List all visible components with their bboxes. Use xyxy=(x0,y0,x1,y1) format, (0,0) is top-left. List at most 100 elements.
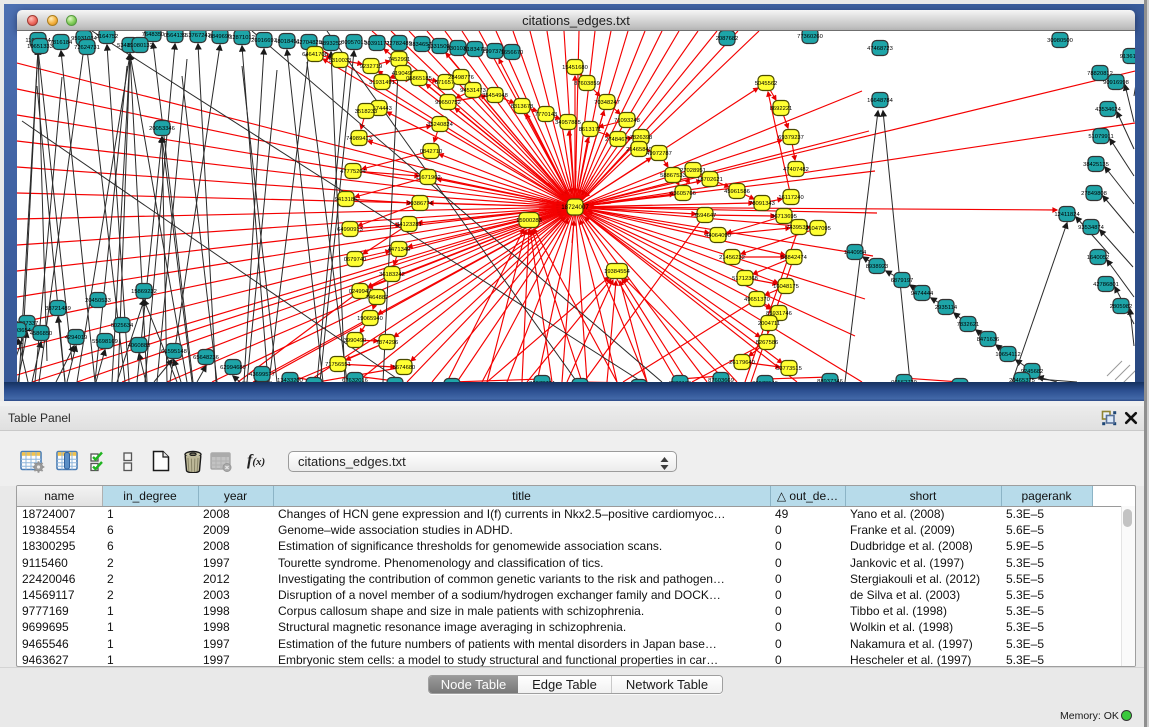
svg-text:7874296: 7874296 xyxy=(376,340,399,346)
svg-text:19384554: 19384554 xyxy=(604,269,631,275)
svg-text:80957015: 80957015 xyxy=(341,40,367,46)
svg-text:61595148: 61595148 xyxy=(161,349,187,355)
svg-text:8267586: 8267586 xyxy=(756,340,779,346)
svg-text:28498776: 28498776 xyxy=(448,75,474,81)
svg-text:7452991: 7452991 xyxy=(388,57,411,63)
svg-text:43534624: 43534624 xyxy=(1095,107,1122,113)
svg-text:0564139: 0564139 xyxy=(164,33,187,39)
svg-text:22782489: 22782489 xyxy=(386,41,412,47)
svg-text:4893252: 4893252 xyxy=(320,41,343,47)
svg-text:26916697: 26916697 xyxy=(251,38,277,44)
svg-text:16048175: 16048175 xyxy=(773,284,799,290)
svg-text:2087682: 2087682 xyxy=(716,36,739,42)
svg-text:99650752: 99650752 xyxy=(435,100,461,106)
svg-text:15451680: 15451680 xyxy=(562,65,588,71)
svg-text:8313678: 8313678 xyxy=(511,104,534,110)
svg-text:9413186: 9413186 xyxy=(335,197,358,203)
svg-text:10651333: 10651333 xyxy=(27,44,53,50)
svg-text:93534874: 93534874 xyxy=(1078,225,1105,231)
svg-text:81080132: 81080132 xyxy=(127,43,153,49)
svg-text:20450533: 20450533 xyxy=(85,298,111,304)
svg-text:8692221: 8692221 xyxy=(770,106,793,112)
svg-text:47407482: 47407482 xyxy=(783,167,809,173)
svg-text:7832621: 7832621 xyxy=(957,322,980,328)
svg-text:9232719: 9232719 xyxy=(360,64,383,70)
svg-text:27849808: 27849808 xyxy=(1081,191,1107,197)
svg-text:38425135: 38425135 xyxy=(1083,162,1109,168)
svg-text:1640052: 1640052 xyxy=(1087,255,1110,261)
svg-text:6025634: 6025634 xyxy=(111,323,134,329)
svg-text:0679740: 0679740 xyxy=(344,257,367,263)
svg-text:19065940: 19065940 xyxy=(357,316,383,322)
svg-text:26179640: 26179640 xyxy=(729,360,755,366)
svg-text:9136193: 9136193 xyxy=(1120,54,1135,60)
svg-text:47775204: 47775204 xyxy=(340,169,367,175)
svg-text:3164752: 3164752 xyxy=(96,34,119,40)
svg-text:16648784: 16648784 xyxy=(867,98,894,104)
svg-text:55698169: 55698169 xyxy=(92,339,118,345)
svg-text:7648350: 7648350 xyxy=(142,32,165,38)
svg-text:65648236: 65648236 xyxy=(193,355,219,361)
svg-text:1656670: 1656670 xyxy=(501,50,524,56)
svg-text:49651370: 49651370 xyxy=(744,297,770,303)
svg-text:4471349: 4471349 xyxy=(388,247,411,253)
svg-text:10654112: 10654112 xyxy=(995,352,1020,358)
svg-text:15900283: 15900283 xyxy=(516,218,542,224)
svg-text:99386774: 99386774 xyxy=(407,201,434,207)
svg-text:58842474: 58842474 xyxy=(781,255,808,261)
svg-text:18702621: 18702621 xyxy=(697,177,723,183)
svg-text:78091343: 78091343 xyxy=(749,201,775,207)
svg-text:3518233: 3518233 xyxy=(355,109,378,115)
svg-text:35240824: 35240824 xyxy=(427,122,454,128)
svg-text:42786801: 42786801 xyxy=(1093,282,1119,288)
svg-text:11671902: 11671902 xyxy=(415,175,440,181)
svg-text:51712368: 51712368 xyxy=(732,276,758,282)
svg-text:7464887: 7464887 xyxy=(366,295,389,301)
svg-text:49972787: 49972787 xyxy=(646,151,672,157)
svg-text:21456232: 21456232 xyxy=(719,255,745,261)
svg-text:05865185: 05865185 xyxy=(406,76,432,82)
svg-text:34957885: 34957885 xyxy=(555,120,581,126)
svg-text:72624731: 72624731 xyxy=(74,45,100,51)
svg-text:64641708: 64641708 xyxy=(302,52,328,58)
svg-text:15869232: 15869232 xyxy=(131,289,157,295)
svg-text:38721489: 38721489 xyxy=(45,306,71,312)
svg-text:62704828: 62704828 xyxy=(296,40,322,46)
svg-text:8938923: 8938923 xyxy=(866,264,889,270)
svg-text:51079911: 51079911 xyxy=(1088,134,1113,140)
svg-text:2004711: 2004711 xyxy=(758,321,780,327)
svg-text:6879197: 6879197 xyxy=(891,278,914,284)
svg-text:44064090: 44064090 xyxy=(705,233,731,239)
svg-text:7816184: 7816184 xyxy=(50,40,73,46)
svg-text:53767242: 53767242 xyxy=(185,33,211,39)
svg-text:53773515: 53773515 xyxy=(776,366,802,372)
svg-text:18724007: 18724007 xyxy=(561,204,589,211)
svg-text:4060883: 4060883 xyxy=(128,343,151,349)
svg-text:8613171: 8613171 xyxy=(579,127,602,133)
svg-text:47468723: 47468723 xyxy=(867,46,893,52)
svg-text:8849696: 8849696 xyxy=(209,34,232,40)
svg-text:30980500: 30980500 xyxy=(1047,38,1073,44)
svg-text:2935114: 2935114 xyxy=(935,305,958,311)
svg-text:87603859: 87603859 xyxy=(574,81,600,87)
svg-text:35454948: 35454948 xyxy=(482,93,508,99)
svg-text:0842710: 0842710 xyxy=(420,149,443,155)
svg-text:16117240: 16117240 xyxy=(778,195,803,201)
svg-text:21047095: 21047095 xyxy=(805,226,831,232)
svg-text:1440954: 1440954 xyxy=(844,250,867,256)
svg-text:12411824: 12411824 xyxy=(1054,212,1080,218)
svg-text:2805982: 2805982 xyxy=(1110,304,1133,310)
svg-text:3990490: 3990490 xyxy=(344,338,367,344)
svg-text:7826398: 7826398 xyxy=(630,135,653,141)
svg-text:7594647: 7594647 xyxy=(694,213,717,219)
svg-text:5045562: 5045562 xyxy=(755,81,778,87)
svg-text:62994680: 62994680 xyxy=(220,365,246,371)
svg-text:7770143: 7770143 xyxy=(535,112,558,118)
svg-text:8471636: 8471636 xyxy=(977,337,1000,343)
svg-text:45961586: 45961586 xyxy=(724,189,750,195)
svg-text:31931491: 31931491 xyxy=(369,80,395,86)
svg-text:43699577: 43699577 xyxy=(249,372,275,378)
svg-text:4294019: 4294019 xyxy=(65,335,88,341)
svg-text:27484677: 27484677 xyxy=(605,137,631,143)
svg-text:69379237: 69379237 xyxy=(778,135,804,141)
